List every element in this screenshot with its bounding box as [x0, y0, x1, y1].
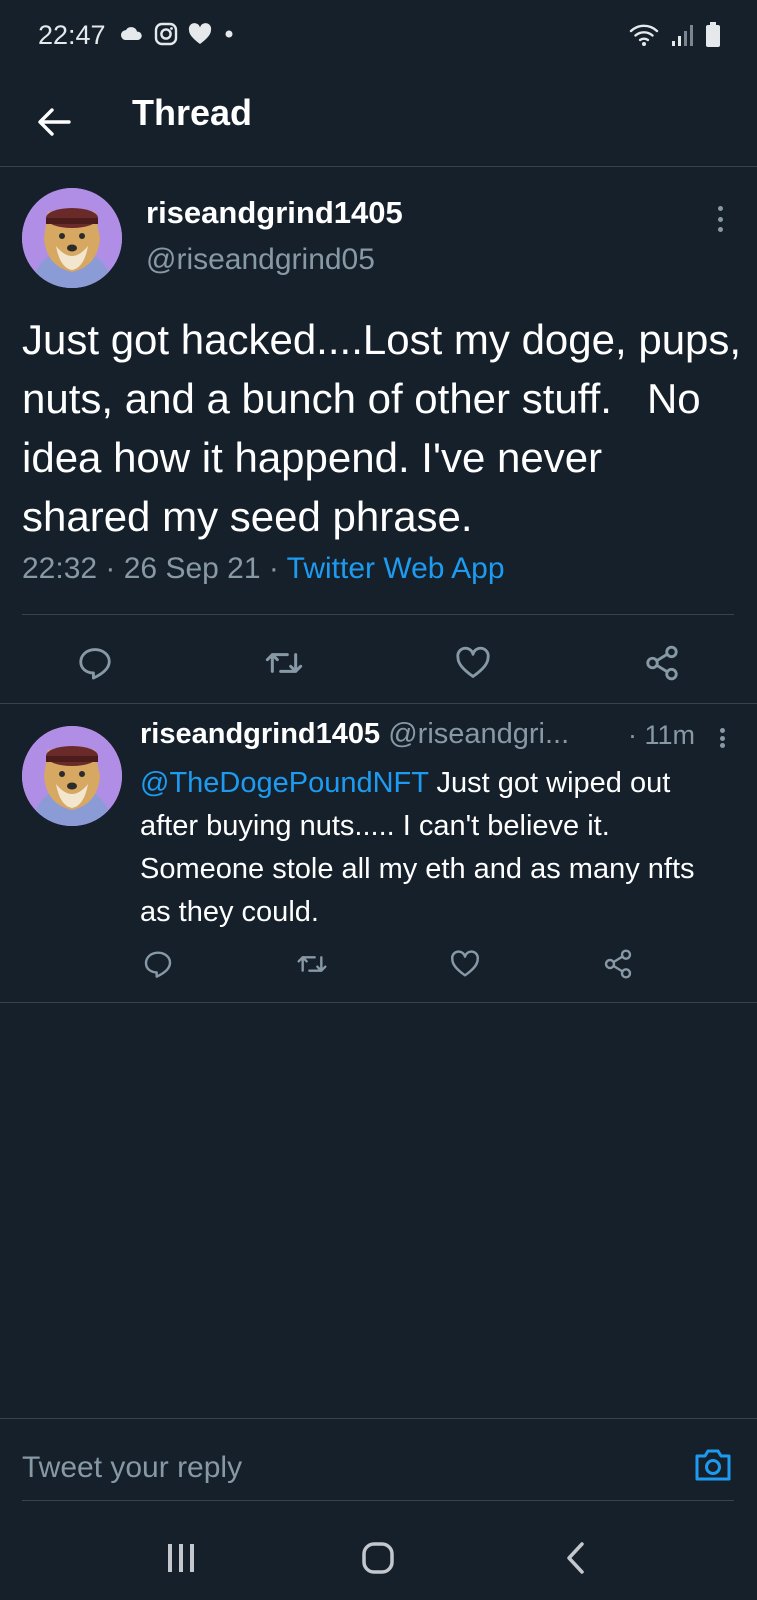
retweet-icon	[265, 653, 303, 673]
like-button[interactable]	[448, 638, 498, 688]
reply-author-handle[interactable]: @riseandgri...	[388, 718, 569, 750]
nav-back-button[interactable]	[546, 1528, 606, 1588]
divider	[0, 1002, 757, 1003]
home-icon	[362, 1542, 394, 1574]
share-icon	[604, 949, 632, 979]
reply-text: @TheDogePoundNFT Just got wiped out afte…	[140, 762, 730, 934]
cloud-icon	[120, 27, 144, 46]
share-icon	[646, 645, 678, 681]
tweet-author-handle[interactable]: @riseandgrind05	[146, 243, 375, 277]
reply-author-name[interactable]: riseandgrind1405	[140, 718, 380, 750]
avatar[interactable]	[22, 726, 122, 826]
reply-input[interactable]	[22, 1446, 662, 1490]
reply-icon	[144, 951, 172, 978]
status-bar: 22:47	[0, 0, 757, 78]
battery-icon	[705, 22, 721, 53]
dot-icon	[222, 27, 236, 46]
tweet-date: 26 Sep 21	[123, 552, 261, 585]
thread-header	[0, 78, 757, 167]
wifi-icon	[629, 23, 659, 52]
recent-apps-button[interactable]	[151, 1528, 211, 1588]
reply-icon	[79, 648, 111, 680]
doge-avatar-icon	[22, 726, 122, 826]
camera-icon	[695, 1449, 731, 1481]
divider	[22, 614, 734, 615]
meta-separator: ·	[97, 552, 124, 585]
like-button[interactable]	[445, 944, 485, 984]
retweet-button[interactable]	[292, 944, 332, 984]
tweet-time: 22:32	[22, 552, 98, 585]
signal-icon	[671, 23, 693, 52]
tweet-meta: 22:32 · 26 Sep 21 · Twitter Web App	[22, 552, 505, 586]
back-icon	[567, 1542, 584, 1574]
camera-button[interactable]	[692, 1444, 734, 1486]
reply-button[interactable]	[70, 638, 120, 688]
twitter-thread-screen: 22:47 Thread riseandgrind1405 @riseandgr…	[0, 0, 757, 1600]
reply-button[interactable]	[138, 944, 178, 984]
reply-more-button[interactable]	[712, 724, 732, 752]
more-vertical-icon	[717, 206, 723, 211]
tweet-author-name[interactable]: riseandgrind1405	[146, 195, 403, 231]
like-icon	[456, 646, 490, 678]
reply-author-line: riseandgrind1405 @riseandgri...	[140, 718, 569, 751]
reply-time: · 11m	[628, 720, 696, 750]
reply-mention-link[interactable]: @TheDogePoundNFT	[140, 767, 428, 799]
status-notification-icons	[120, 22, 236, 51]
tweet-more-button[interactable]	[710, 202, 730, 236]
instagram-icon	[154, 22, 178, 51]
heart-icon	[188, 23, 212, 50]
doge-avatar-icon	[22, 188, 122, 288]
status-system-icons	[629, 22, 721, 53]
avatar[interactable]	[22, 188, 122, 288]
divider	[0, 1418, 757, 1419]
divider	[22, 1500, 734, 1501]
tweet-source-link[interactable]: Twitter Web App	[287, 552, 505, 585]
like-icon	[451, 950, 479, 977]
share-button[interactable]	[637, 638, 687, 688]
more-vertical-icon	[719, 728, 725, 733]
meta-separator: ·	[260, 552, 287, 585]
divider	[0, 703, 757, 704]
page-title: Thread	[132, 92, 253, 133]
back-arrow-icon	[38, 108, 71, 136]
back-button[interactable]	[26, 94, 82, 150]
retweet-icon	[297, 956, 327, 972]
tweet-text: Just got hacked....Lost my doge, pups, n…	[22, 316, 753, 540]
retweet-button[interactable]	[259, 638, 309, 688]
share-button[interactable]	[598, 944, 638, 984]
status-time: 22:47	[38, 20, 106, 50]
home-button[interactable]	[348, 1528, 408, 1588]
recent-apps-icon	[168, 1544, 194, 1572]
